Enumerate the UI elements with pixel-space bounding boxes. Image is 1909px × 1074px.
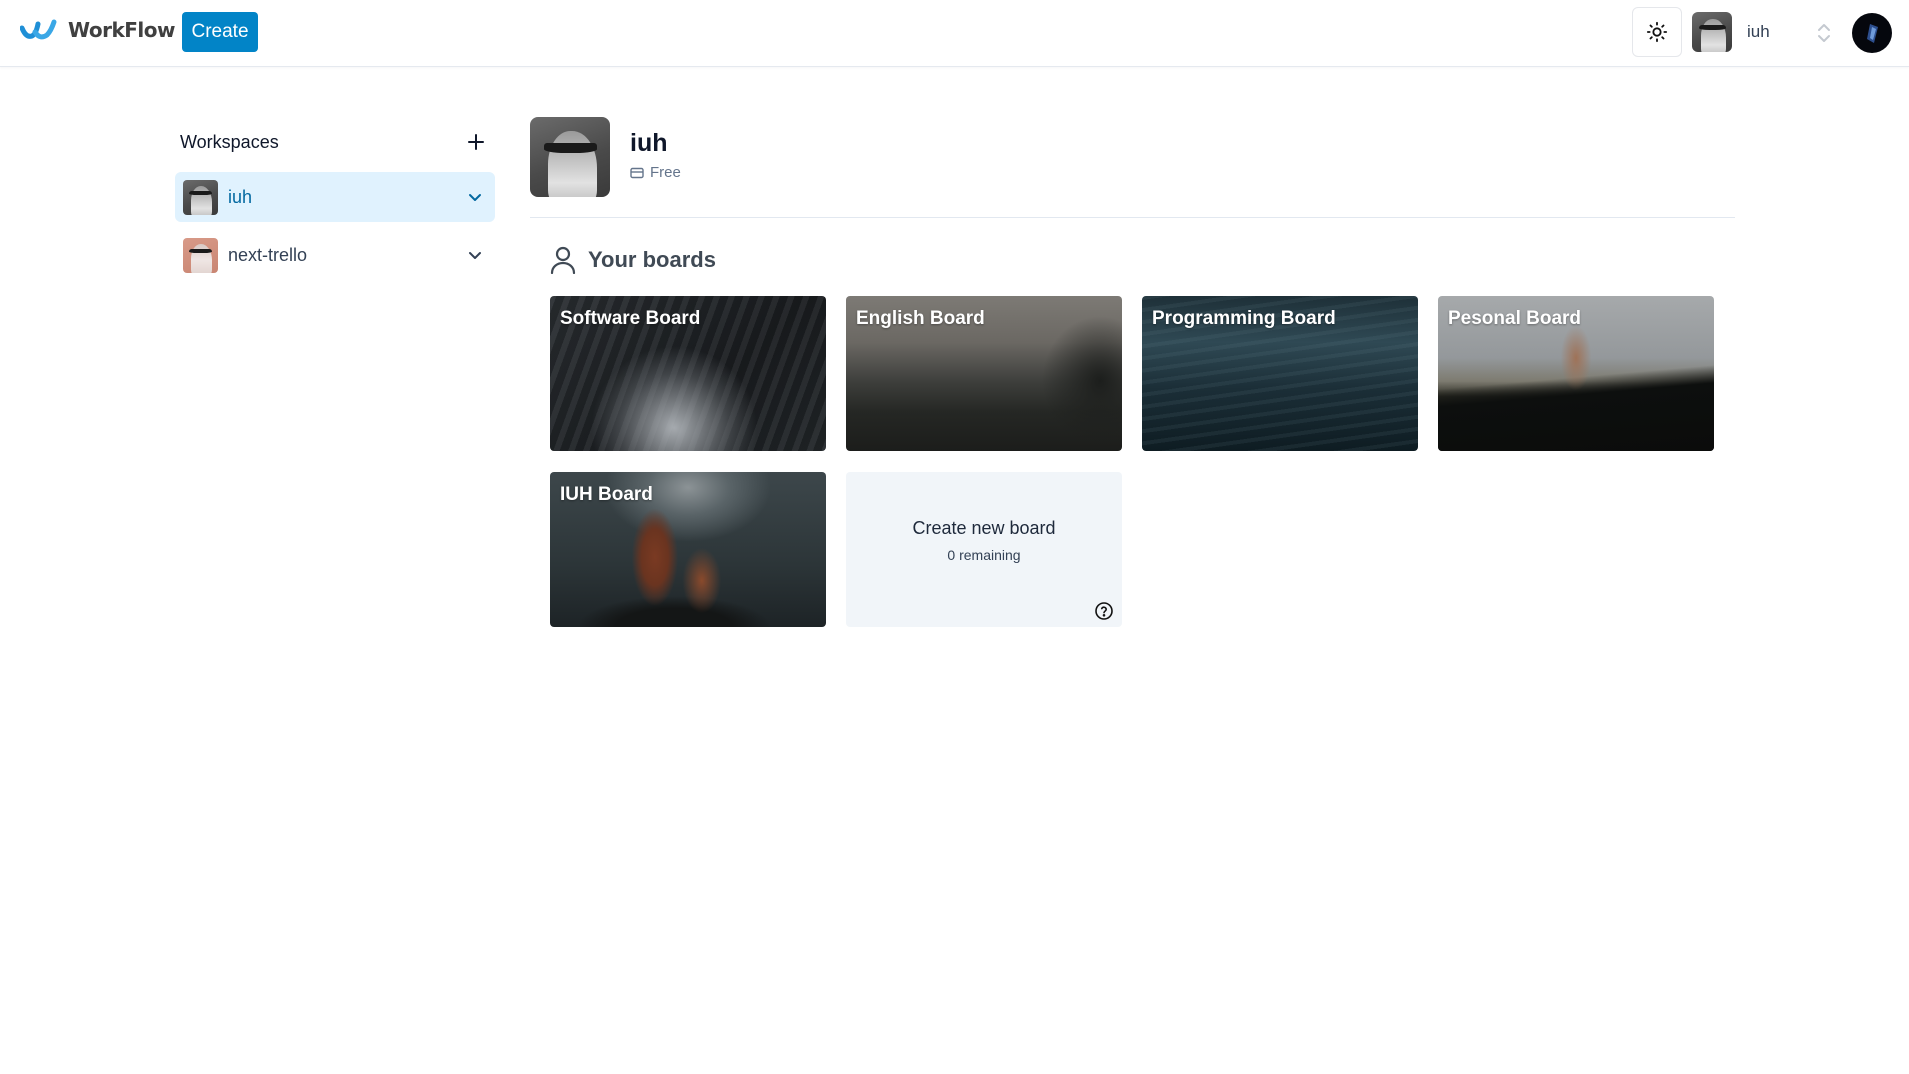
main-content: iuh Free Your boards Software Board Engl… — [530, 117, 1735, 627]
org-avatar — [1692, 12, 1732, 52]
board-title: Pesonal Board — [1448, 308, 1582, 329]
create-board-card[interactable]: Create new board 0 remaining — [846, 472, 1122, 627]
sun-icon — [1646, 21, 1668, 43]
theme-toggle-button[interactable] — [1632, 7, 1682, 57]
board-card[interactable]: Pesonal Board — [1438, 296, 1714, 451]
logo-link[interactable]: WorkFlow — [20, 18, 176, 42]
logo-icon — [20, 19, 57, 40]
logo-text: WorkFlow — [68, 18, 176, 42]
board-title: Programming Board — [1152, 308, 1336, 329]
board-card[interactable]: English Board — [846, 296, 1122, 451]
organization-header: iuh Free — [530, 117, 1735, 217]
organization-plan: Free — [630, 164, 681, 181]
sidebar-item-iuh[interactable]: iuh — [175, 172, 495, 222]
workspace-avatar — [183, 179, 218, 215]
user-avatar-button[interactable] — [1852, 13, 1892, 53]
user-avatar-icon — [1867, 24, 1878, 43]
board-card[interactable]: IUH Board — [550, 472, 826, 627]
workspaces-header: Workspaces — [175, 120, 495, 164]
credit-card-icon — [630, 167, 644, 178]
workspace-label: next-trello — [228, 244, 308, 265]
user-icon — [550, 246, 576, 274]
organization-avatar — [530, 117, 610, 197]
chevrons-up-down-icon — [1818, 24, 1830, 42]
organization-name: iuh — [630, 129, 668, 157]
sidebar-item-next-trello[interactable]: next-trello — [175, 230, 495, 280]
org-switcher-name: iuh — [1747, 22, 1770, 41]
create-board-label: Create new board — [912, 518, 1056, 538]
board-card[interactable]: Software Board — [550, 296, 826, 451]
create-button[interactable]: Create — [182, 12, 258, 52]
board-title: Software Board — [560, 308, 701, 329]
plus-icon — [468, 134, 484, 150]
organization-switcher[interactable]: iuh — [1692, 12, 1832, 52]
sidebar: Workspaces iuh next-trello — [175, 120, 495, 280]
boards-grid: Software Board English Board Programming… — [550, 296, 1735, 627]
chevron-down-icon[interactable] — [467, 189, 483, 205]
add-workspace-button[interactable] — [467, 129, 485, 155]
board-card[interactable]: Programming Board — [1142, 296, 1418, 451]
boards-remaining: 0 remaining — [947, 547, 1021, 563]
workspaces-title: Workspaces — [180, 131, 279, 152]
top-navbar: WorkFlow Create iuh — [0, 0, 1909, 67]
help-circle-icon[interactable] — [1094, 601, 1114, 621]
plan-label: Free — [650, 164, 681, 181]
chevron-down-icon[interactable] — [467, 247, 483, 263]
boards-section: Your boards Software Board English Board… — [530, 218, 1735, 627]
boards-heading: Your boards — [550, 242, 1735, 278]
board-title: IUH Board — [560, 484, 653, 505]
boards-title: Your boards — [588, 247, 716, 272]
workspace-label: iuh — [228, 186, 253, 207]
workspace-avatar — [183, 237, 218, 273]
board-title: English Board — [856, 308, 985, 329]
